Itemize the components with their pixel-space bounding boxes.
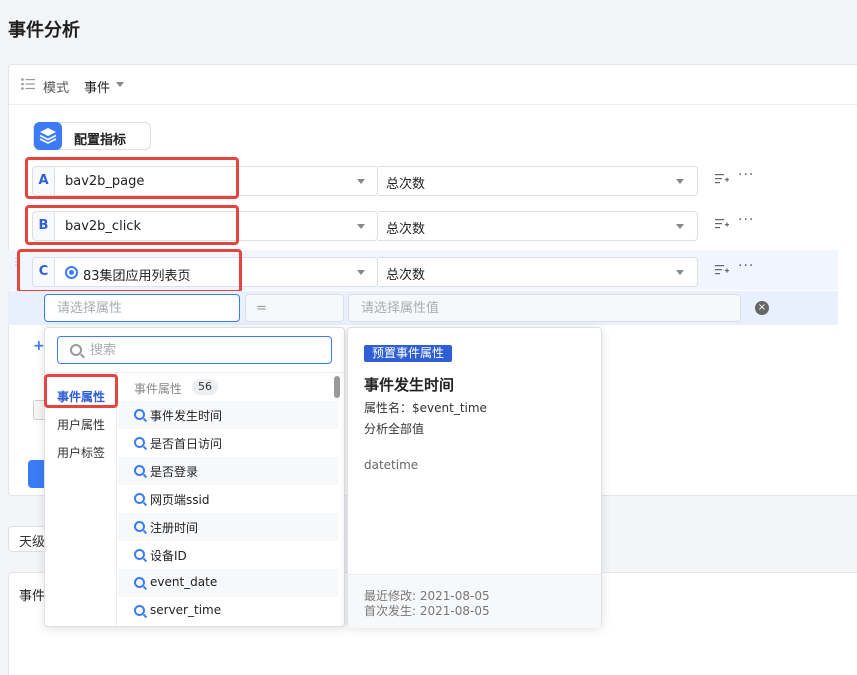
list-item[interactable]: server_time [118,597,338,625]
highlight-box [25,157,239,199]
operator-text: = [256,301,267,316]
preset-tag: 预置事件属性 [364,345,453,362]
property-icon [134,549,145,560]
property-list: 事件属性 56 事件发生时间 是否首日访问 是否登录 网页端ssid 注册时间 … [118,373,344,626]
more-icon[interactable]: ··· [738,212,754,228]
metric-name: 总次数 [386,177,426,192]
value-input[interactable] [349,295,740,321]
chevron-down-icon[interactable] [676,224,684,229]
detail-title: 事件发生时间 [364,376,455,394]
property-icon [134,577,145,588]
property-icon [134,605,145,616]
mode-select[interactable]: 事件 [84,77,110,96]
list-item[interactable]: event_date [118,569,338,597]
more-icon[interactable]: ··· [738,258,754,274]
mode-label: 模式 [43,81,70,96]
property-icon [134,465,145,476]
list-item-label: server_time [150,603,222,617]
highlight-box [17,249,242,293]
category-user-properties[interactable]: 用户属性 [57,416,105,433]
property-icon [134,493,145,504]
page-title: 事件分析 [8,20,80,41]
property-icon [134,409,145,420]
list-item-label: event_date [150,575,218,589]
detail-property-name: 属性名：$event_time [364,401,487,415]
metric-select[interactable]: 总次数 [378,211,698,241]
config-metrics-label: 配置指标 [74,133,127,148]
list-item-label: 事件发生时间 [150,409,223,423]
property-dropdown: 事件属性 用户属性 用户标签 事件属性 56 事件发生时间 是否首日访问 是否登… [44,327,345,627]
add-filter-icon[interactable] [715,173,729,185]
chevron-down-icon[interactable] [357,224,365,229]
property-icon [134,437,145,448]
scrollbar[interactable] [334,376,340,398]
granularity-label: 天级 [19,535,46,550]
property-detail-card: 预置事件属性 事件发生时间 属性名：$event_time 分析全部值 date… [347,327,602,628]
count-badge: 56 [192,379,218,395]
property-input[interactable] [45,295,239,321]
metric-name: 总次数 [386,222,426,237]
list-item[interactable]: 是否登录 [118,457,338,485]
value-input-box [348,294,741,322]
highlight-box [44,374,118,408]
operator-select[interactable]: = [245,294,344,322]
list-item-label: 设备ID [150,549,187,563]
result-title: 事件 [19,589,46,604]
chevron-down-icon[interactable] [357,270,365,275]
search-icon [70,344,82,356]
detail-scope: 分析全部值 [364,422,425,436]
chevron-down-icon[interactable] [116,82,124,87]
close-icon[interactable]: × [755,301,769,315]
list-item-label: 注册时间 [150,521,199,535]
list-item[interactable]: 是否首日访问 [118,429,338,457]
detail-footer: 最近修改: 2021-08-05 首次发生: 2021-08-05 [348,574,601,628]
list-item[interactable]: 设备ID [118,541,338,569]
list-item-label: 是否登录 [150,465,199,479]
list-header: 事件属性 [134,382,183,396]
filter-row: = × [8,291,838,325]
add-filter-icon[interactable] [715,218,729,230]
chevron-down-icon[interactable] [357,179,365,184]
property-input-box [44,294,240,322]
detail-first-seen: 首次发生: 2021-08-05 [364,604,490,618]
mode-bar: 模式 事件 [9,65,857,105]
config-metrics-button[interactable]: 配置指标 [33,122,151,150]
list-item[interactable]: 注册时间 [118,513,338,541]
category-list: 事件属性 用户属性 用户标签 [45,373,117,626]
property-icon [134,521,145,532]
list-item-label: 网页端ssid [150,493,210,507]
highlight-box [25,205,239,245]
list-item[interactable]: 事件发生时间 [118,401,338,429]
search-box [57,336,332,364]
list-icon [21,78,35,90]
chevron-down-icon[interactable] [676,270,684,275]
metric-select[interactable]: 总次数 [378,257,698,287]
more-icon[interactable]: ··· [738,167,754,183]
layers-icon [34,122,62,150]
add-filter-icon[interactable] [715,264,729,276]
category-user-tags[interactable]: 用户标签 [57,444,105,461]
metric-name: 总次数 [386,268,426,283]
chevron-down-icon[interactable] [676,179,684,184]
list-item[interactable]: 网页端ssid [118,485,338,513]
metric-select[interactable]: 总次数 [378,166,698,196]
detail-type: datetime [364,458,419,472]
list-item-label: 是否首日访问 [150,437,223,451]
search-input[interactable] [90,337,320,363]
